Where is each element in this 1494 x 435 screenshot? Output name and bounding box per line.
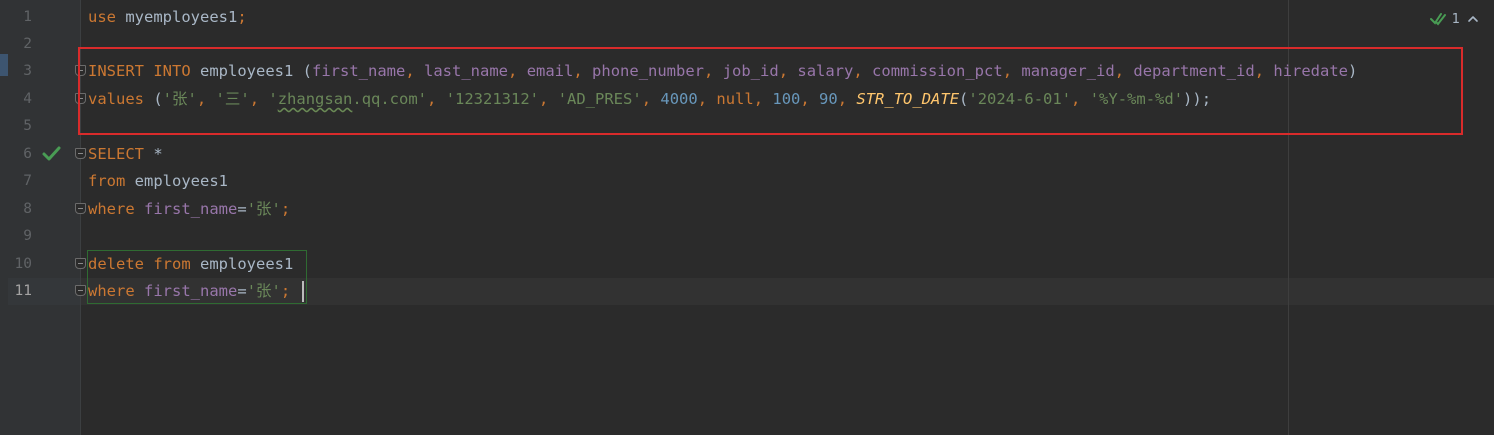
code-line-8[interactable]: where first_name='张';: [88, 196, 290, 223]
semicolon: ;: [237, 8, 247, 26]
line-number: 5: [23, 118, 32, 134]
keyword-where: where: [88, 200, 135, 218]
code-line-7[interactable]: from employees1: [88, 168, 228, 195]
keyword-use: use: [88, 8, 116, 26]
annotation-highlight-box: [78, 47, 1463, 135]
code-line-6[interactable]: SELECT *: [88, 141, 163, 168]
fold-marker-icon[interactable]: [75, 148, 86, 159]
left-strip-marker: [0, 54, 8, 76]
keyword-select: SELECT: [88, 145, 144, 163]
database-name: myemployees1: [125, 8, 238, 26]
line-number: 6: [23, 146, 32, 162]
line-number: 4: [23, 91, 32, 107]
inspection-widget[interactable]: 1: [1429, 8, 1480, 30]
semicolon: ;: [280, 200, 291, 218]
line-number: 1: [23, 9, 32, 25]
sql-editor[interactable]: 1 2 3 4 5 6 7 8 9 10 11 use myemployees1…: [0, 0, 1494, 435]
text-caret: [302, 281, 304, 302]
column-name: first_name: [144, 200, 238, 218]
inspection-count: 1: [1451, 11, 1460, 27]
checkmark-icon[interactable]: [40, 145, 62, 163]
line-number-current: 11: [14, 283, 32, 299]
chevron-up-icon[interactable]: [1466, 12, 1480, 26]
keyword-from: from: [88, 172, 126, 190]
code-line-1[interactable]: use myemployees1;: [88, 4, 247, 31]
line-number: 10: [14, 256, 32, 272]
fold-marker-icon[interactable]: [75, 203, 86, 214]
line-number: 3: [23, 63, 32, 79]
string-literal: '张': [246, 200, 281, 218]
statement-selection-box: [87, 250, 307, 304]
line-number: 9: [23, 228, 32, 244]
line-number: 2: [23, 36, 32, 52]
equals: =: [237, 200, 247, 218]
line-number: 8: [23, 201, 32, 217]
double-check-icon[interactable]: [1429, 12, 1446, 26]
fold-marker-icon[interactable]: [75, 258, 86, 269]
line-number: 7: [23, 173, 32, 189]
fold-marker-icon[interactable]: [75, 285, 86, 296]
table-name: employees1: [125, 172, 228, 190]
star: *: [144, 145, 163, 163]
